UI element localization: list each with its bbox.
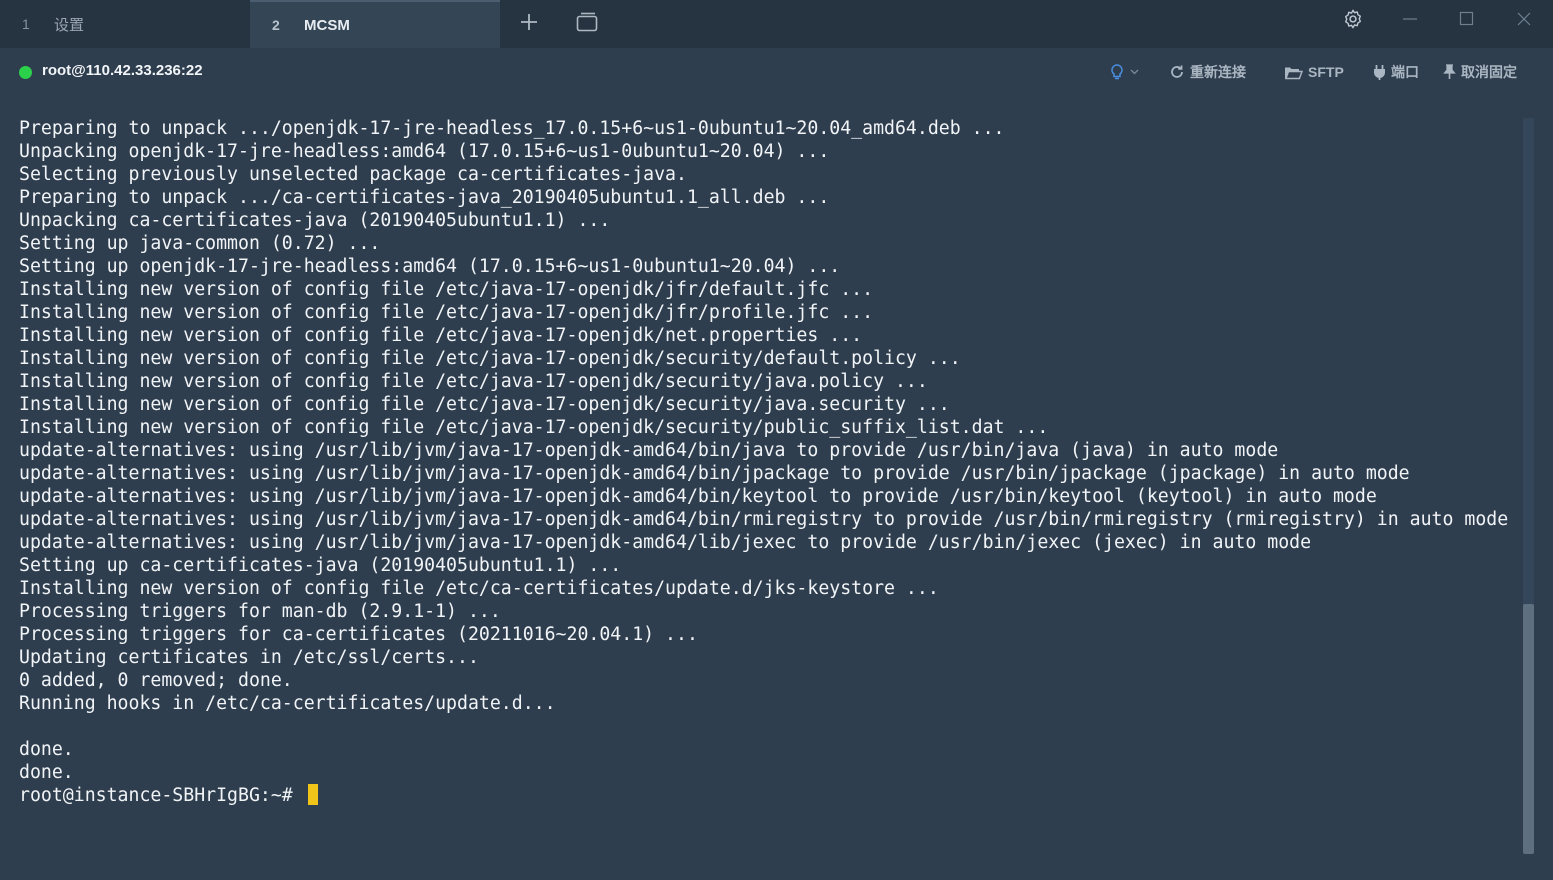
window-duplicate-icon	[575, 11, 599, 38]
terminal-app-window: 1 设置 2 MCSM root@110.42.33.236:22 重新连接 S…	[0, 0, 1553, 880]
shell-prompt: root@instance-SBHrIgBG:~#	[19, 785, 304, 806]
folder-open-icon	[1284, 65, 1303, 80]
terminal-line: Installing new version of config file /e…	[19, 394, 950, 415]
tab-number: 1	[22, 16, 30, 32]
close-icon	[1516, 11, 1532, 32]
plus-icon	[519, 12, 539, 37]
terminal-line: Installing new version of config file /e…	[19, 417, 1049, 438]
terminal-line: update-alternatives: using /usr/lib/jvm/…	[19, 463, 1410, 484]
maximize-button[interactable]	[1449, 6, 1485, 36]
minimize-button[interactable]	[1392, 6, 1428, 36]
terminal-cursor	[307, 784, 318, 805]
terminal-line: update-alternatives: using /usr/lib/jvm/…	[19, 486, 1377, 507]
terminal-line: Processing triggers for ca-certificates …	[19, 624, 698, 645]
unpin-button[interactable]: 取消固定	[1443, 62, 1517, 82]
unpin-label: 取消固定	[1461, 64, 1517, 80]
terminal-line: Unpacking openjdk-17-jre-headless:amd64 …	[19, 141, 830, 162]
terminal-line: Setting up ca-certificates-java (2019040…	[19, 555, 622, 576]
terminal-line: Selecting previously unselected package …	[19, 164, 687, 185]
settings-button[interactable]	[1335, 6, 1371, 36]
reconnect-label: 重新连接	[1190, 64, 1246, 80]
sftp-label: SFTP	[1308, 64, 1344, 80]
maximize-icon	[1459, 11, 1475, 32]
terminal-line: done.	[19, 739, 74, 760]
connection-status-indicator	[19, 66, 32, 79]
terminal-line: Unpacking ca-certificates-java (20190405…	[19, 210, 611, 231]
reconnect-button[interactable]: 重新连接	[1169, 62, 1246, 82]
terminal-line: Installing new version of config file /e…	[19, 371, 928, 392]
tab-label: 设置	[54, 16, 85, 34]
connection-host: root@110.42.33.236:22	[42, 62, 203, 79]
bulb-menu-button[interactable]	[1109, 62, 1139, 82]
close-button[interactable]	[1506, 6, 1542, 36]
bulb-icon	[1109, 63, 1125, 81]
terminal-line: Running hooks in /etc/ca-certificates/up…	[19, 693, 556, 714]
terminal-scrollbar-thumb[interactable]	[1523, 604, 1534, 854]
gear-icon	[1342, 8, 1364, 35]
port-label: 端口	[1391, 64, 1419, 80]
terminal-line: Installing new version of config file /e…	[19, 279, 874, 300]
tab-number: 2	[272, 17, 280, 33]
terminal-line: Processing triggers for man-db (2.9.1-1)…	[19, 601, 501, 622]
minimize-icon	[1402, 11, 1418, 32]
terminal-line: update-alternatives: using /usr/lib/jvm/…	[19, 509, 1509, 530]
pin-icon	[1443, 64, 1456, 80]
tab-label: MCSM	[304, 16, 350, 34]
terminal-line: Installing new version of config file /e…	[19, 325, 863, 346]
terminal-text: Preparing to unpack .../openjdk-17-jre-h…	[19, 117, 1508, 807]
plug-icon	[1373, 64, 1386, 80]
terminal-line: Preparing to unpack .../ca-certificates-…	[19, 187, 830, 208]
terminal-line: Updating certificates in /etc/ssl/certs.…	[19, 647, 479, 668]
duplicate-window-button[interactable]	[571, 8, 603, 40]
terminal-line: Installing new version of config file /e…	[19, 302, 874, 323]
port-button[interactable]: 端口	[1373, 62, 1419, 82]
terminal-line: done.	[19, 762, 74, 783]
tab-bar: 1 设置 2 MCSM	[0, 0, 1553, 48]
sftp-button[interactable]: SFTP	[1284, 62, 1344, 82]
terminal-line: Installing new version of config file /e…	[19, 578, 939, 599]
terminal-line: 0 added, 0 removed; done.	[19, 670, 293, 691]
tab-settings[interactable]: 1 设置	[0, 0, 250, 48]
terminal-line: Installing new version of config file /e…	[19, 348, 961, 369]
terminal-prompt-line: root@instance-SBHrIgBG:~#	[19, 784, 1508, 807]
connection-toolbar: root@110.42.33.236:22 重新连接 SFTP 端口 取消固定	[0, 48, 1553, 100]
new-tab-button[interactable]	[513, 8, 545, 40]
terminal-line: update-alternatives: using /usr/lib/jvm/…	[19, 440, 1279, 461]
tab-mcsm[interactable]: 2 MCSM	[250, 0, 500, 48]
terminal-line: Setting up openjdk-17-jre-headless:amd64…	[19, 256, 841, 277]
terminal-output[interactable]: Preparing to unpack .../openjdk-17-jre-h…	[0, 100, 1520, 880]
terminal-line: update-alternatives: using /usr/lib/jvm/…	[19, 532, 1312, 553]
reconnect-icon	[1169, 64, 1185, 80]
terminal-line: Setting up java-common (0.72) ...	[19, 233, 381, 254]
chevron-down-icon	[1130, 69, 1139, 75]
terminal-line: Preparing to unpack .../openjdk-17-jre-h…	[19, 118, 1005, 139]
